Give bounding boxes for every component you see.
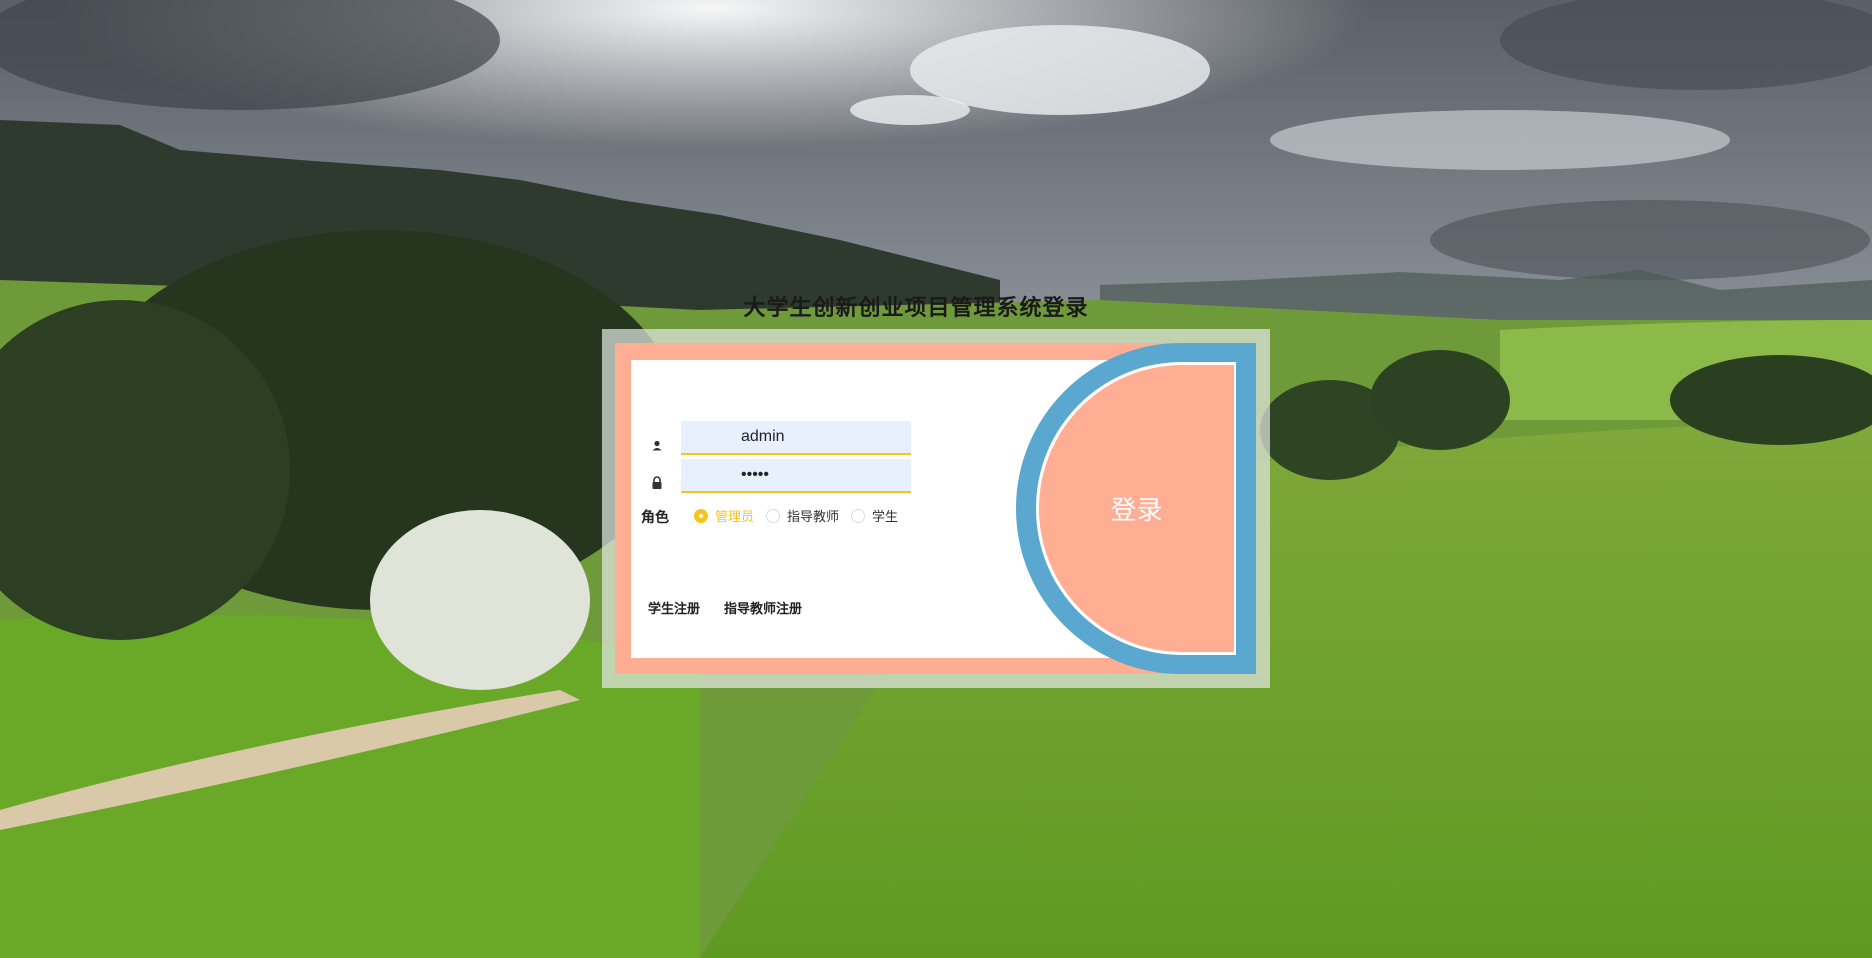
student-register-link[interactable]: 学生注册	[648, 598, 700, 617]
role-radio-student[interactable]: 学生	[851, 506, 898, 525]
username-input[interactable]	[681, 421, 911, 455]
role-radio-teacher[interactable]: 指导教师	[766, 506, 839, 525]
lock-icon	[652, 476, 662, 489]
role-radio-group: 管理员 指导教师 学生	[694, 506, 910, 525]
user-icon	[652, 440, 662, 451]
role-option-label: 指导教师	[787, 510, 840, 525]
radio-checked-icon	[694, 508, 708, 523]
role-option-label: 管理员	[715, 510, 755, 525]
role-radio-admin[interactable]: 管理员	[694, 506, 754, 525]
radio-unchecked-icon	[766, 508, 781, 523]
role-label: 角色	[641, 510, 669, 526]
page-title: 大学生创新创业项目管理系统登录	[743, 296, 1089, 321]
radio-unchecked-icon	[851, 508, 866, 523]
teacher-register-link[interactable]: 指导教师注册	[724, 598, 802, 617]
role-option-label: 学生	[872, 510, 899, 525]
password-input[interactable]	[681, 459, 911, 493]
